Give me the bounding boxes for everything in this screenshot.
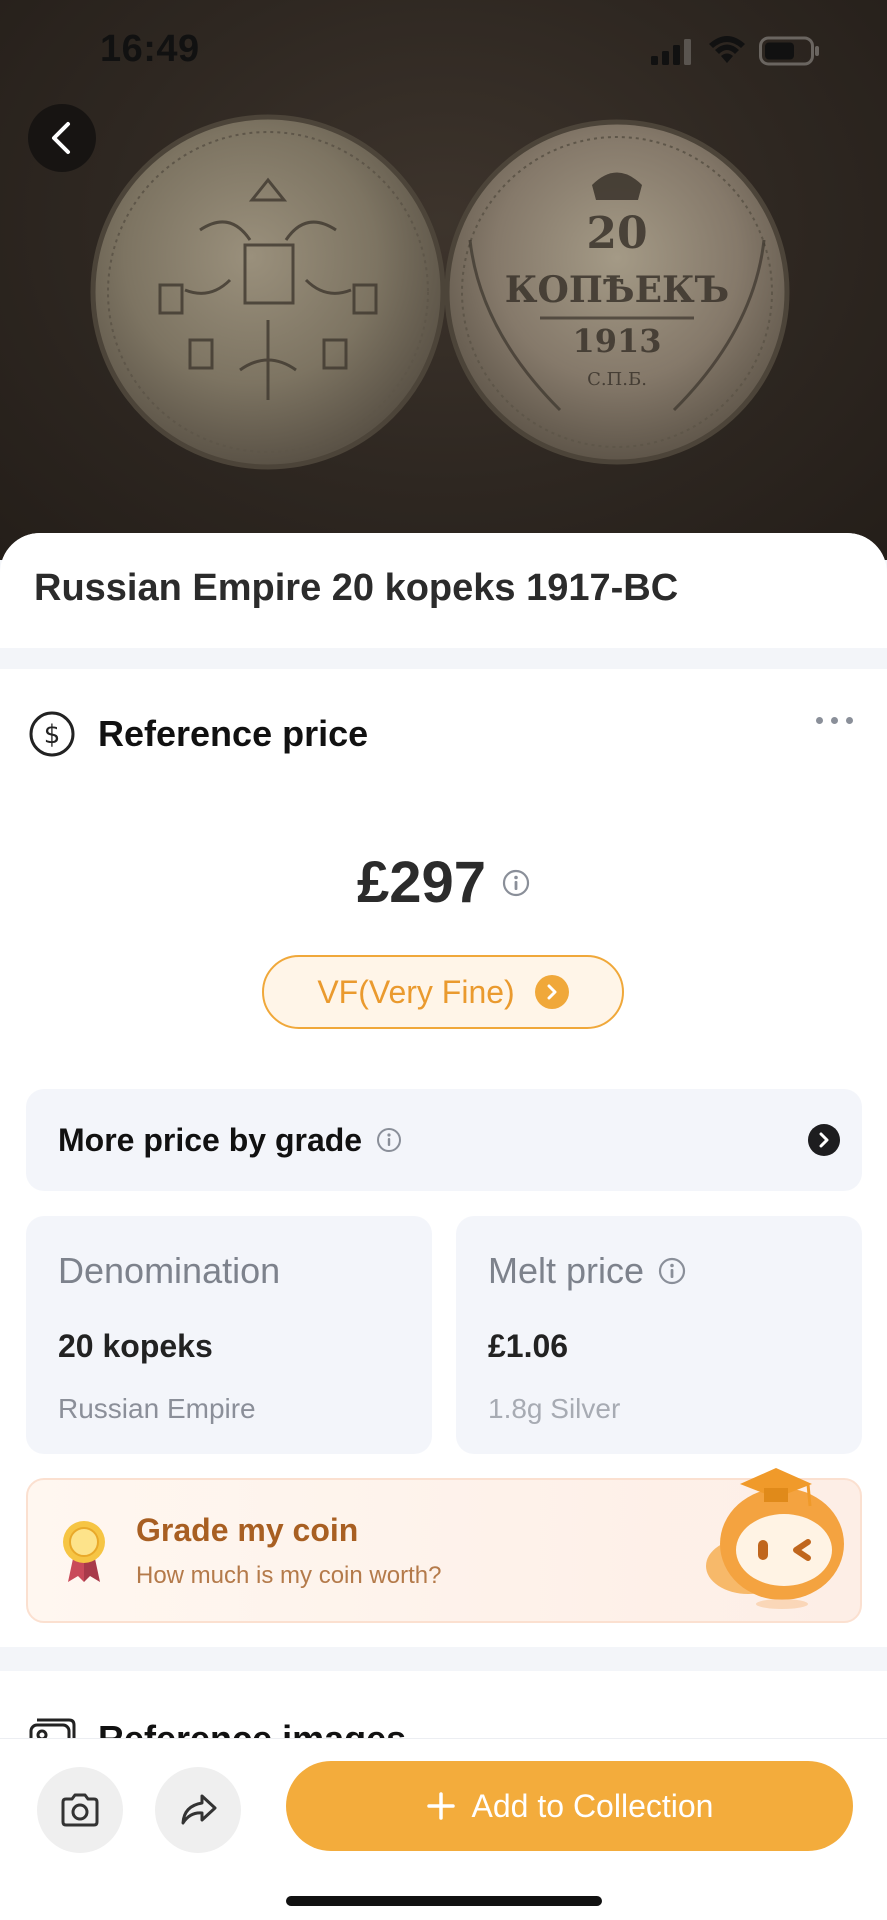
grade-my-coin-subtitle: How much is my coin worth? [136,1562,442,1589]
plus-icon [426,1792,455,1820]
reference-price-card: $ Reference price £297 VF(Very Fine) Mor… [0,669,887,1647]
melt-price-label-row: Melt price [488,1250,830,1292]
info-icon [377,1128,402,1152]
home-indicator [286,1896,602,1906]
coin-title: Russian Empire 20 kopeks 1917-BC [34,567,679,609]
denomination-issuer: Russian Empire [58,1393,256,1424]
back-arrow-icon [52,122,70,154]
mascot-icon [706,1468,844,1609]
price-row: £297 [0,849,887,916]
wifi-icon [709,36,745,63]
dollar-circle-icon: $ [29,711,75,757]
denomination-label: Denomination [58,1250,281,1291]
signal-icon [651,39,691,65]
more-price-by-grade-label: More price by grade [58,1121,363,1158]
grade-selector-button[interactable]: VF(Very Fine) [262,955,624,1029]
add-to-collection-label: Add to Collection [471,1787,714,1824]
melt-price-value: £1.06 [488,1328,569,1364]
melt-price-card: Melt price £1.06 1.8g Silver [456,1216,862,1454]
melt-price-label: Melt price [488,1250,645,1291]
info-icon[interactable] [658,1257,686,1285]
chevron-right-icon [534,975,569,1009]
grade-label: VF(Very Fine) [317,973,515,1010]
camera-button[interactable] [37,1767,123,1853]
coin-hero-image: 20 КОПѢЕКЪ 1913 С.П.Б. 16:49 [0,0,887,560]
svg-text:$: $ [44,720,61,750]
more-dots-icon[interactable] [816,717,853,724]
title-block: Russian Empire 20 kopeks 1917-BC [0,533,887,648]
back-button[interactable] [28,104,96,172]
reference-price-value: £297 [356,850,487,915]
share-button[interactable] [155,1767,241,1853]
add-to-collection-button[interactable]: Add to Collection [286,1761,853,1851]
bottom-action-bar: Add to Collection [0,1738,887,1920]
medal-icon [63,1521,105,1582]
camera-icon [61,1793,99,1827]
status-bar: 16:49 [0,0,887,100]
denomination-card: Denomination 20 kopeks Russian Empire [26,1216,432,1454]
status-time: 16:49 [100,28,200,70]
svg-text:20: 20 [586,208,647,259]
melt-price-metal: 1.8g Silver [488,1393,621,1424]
coin-detail-page: 20 КОПѢЕКЪ 1913 С.П.Б. 16:49 Russian Emp… [0,0,887,1920]
chevron-right-icon [808,1124,840,1156]
grade-my-coin-banner[interactable]: Grade my coin How much is my coin worth? [26,1468,862,1623]
svg-text:КОПѢЕКЪ: КОПѢЕКЪ [505,269,729,311]
battery-icon [759,36,819,66]
info-icon[interactable] [502,869,530,897]
reference-price-header: $ Reference price [28,709,368,759]
denomination-value: 20 kopeks [58,1328,213,1364]
status-icons [649,36,821,66]
more-price-by-grade-row[interactable]: More price by grade [26,1089,862,1191]
share-icon [181,1794,217,1825]
grade-my-coin-title: Grade my coin [136,1512,359,1548]
reference-price-title: Reference price [98,713,369,754]
detail-sheet: Russian Empire 20 kopeks 1917-BC $ Refer… [0,533,887,1920]
svg-text:1913: 1913 [572,322,661,360]
svg-text:С.П.Б.: С.П.Б. [587,369,647,390]
